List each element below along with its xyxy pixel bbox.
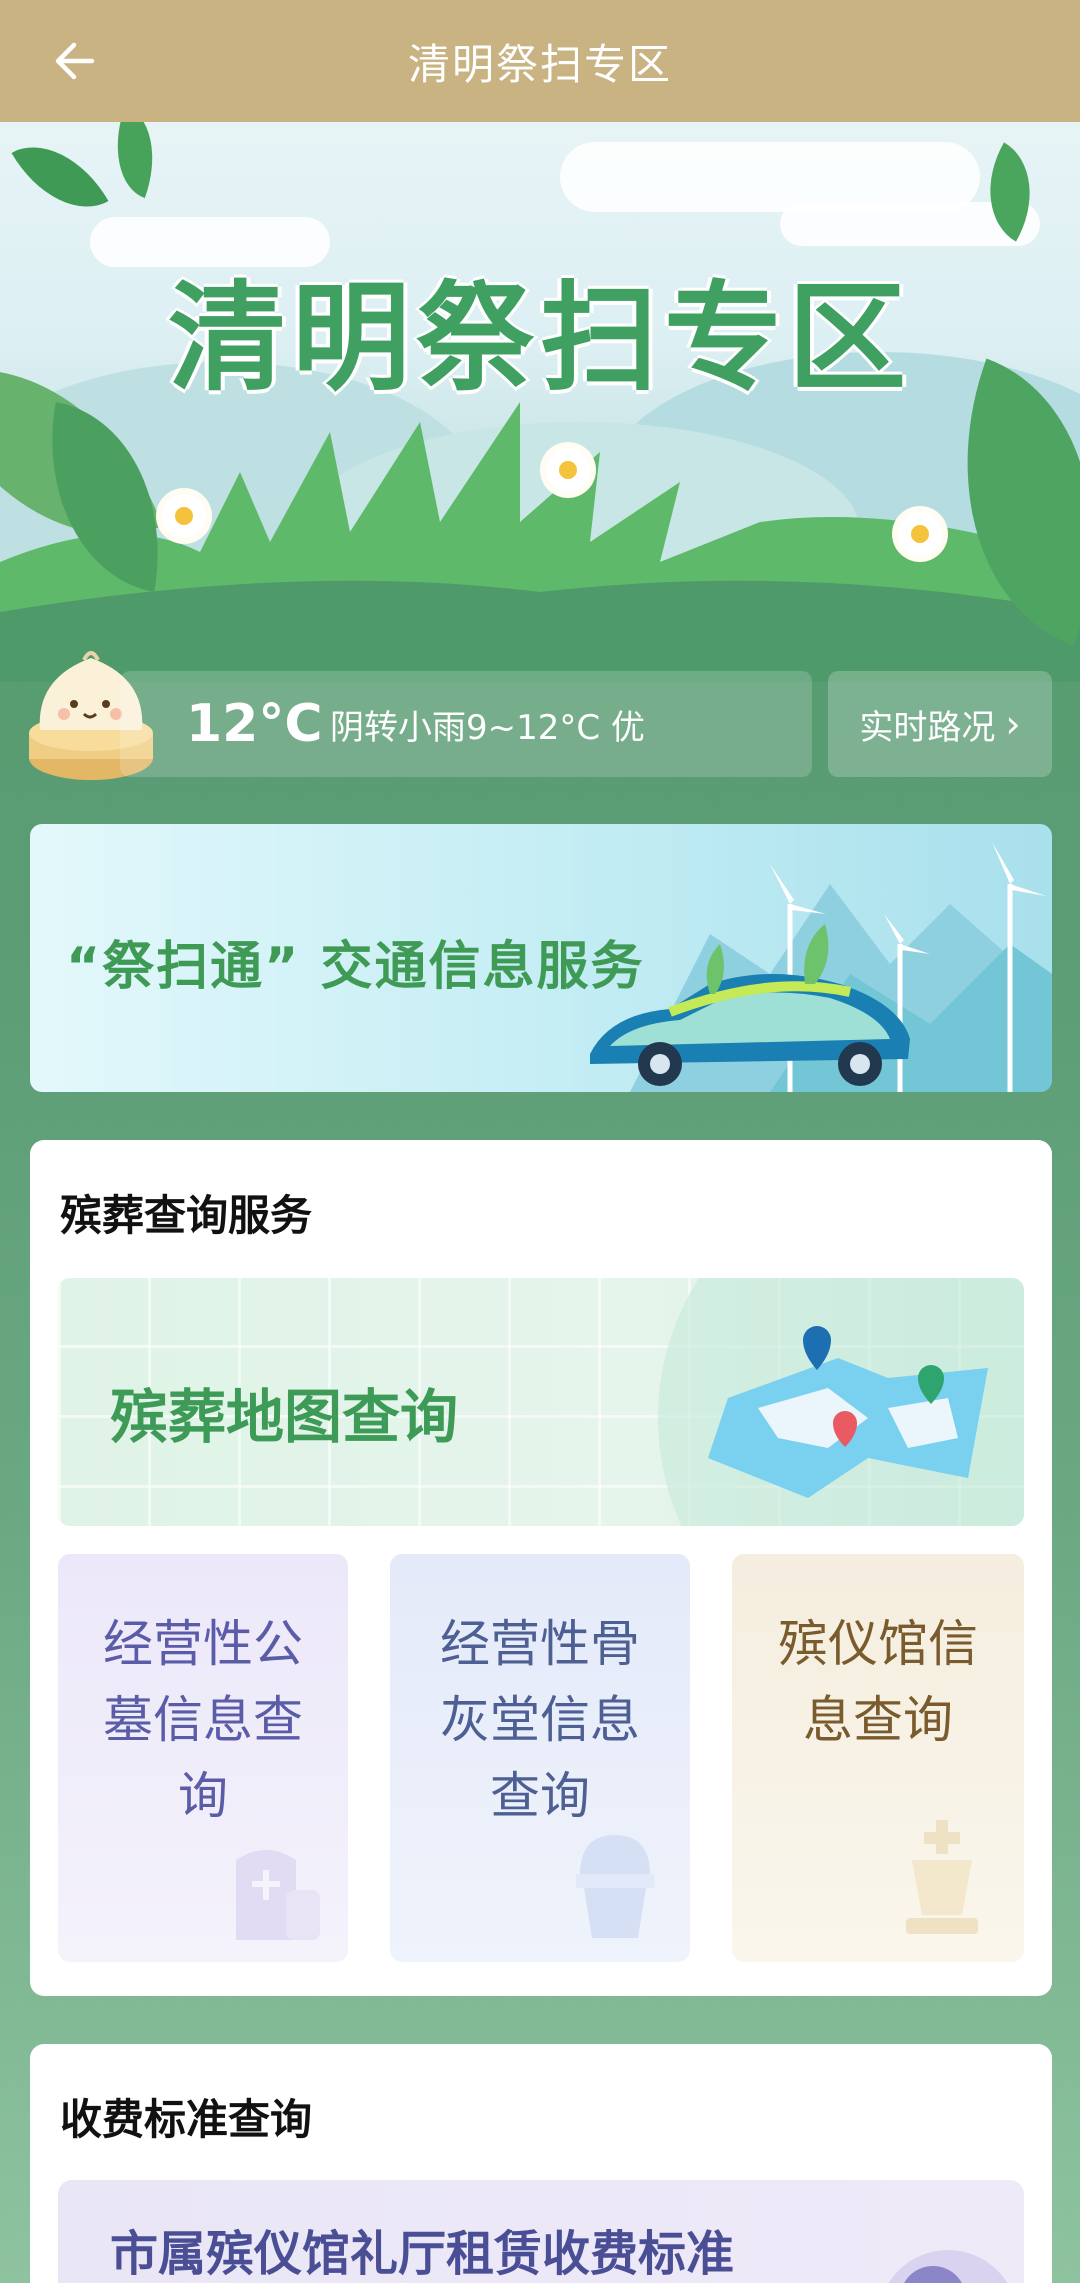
- hero-title: 清明祭扫专区: [167, 269, 912, 407]
- tile-label: 经营性骨灰堂信息查询: [440, 1615, 640, 1825]
- flower-decoration: [546, 448, 590, 492]
- section-title: 殡葬查询服务: [60, 1191, 313, 1240]
- cemetery-info-tile[interactable]: 经营性公墓信息查询: [58, 1554, 348, 1962]
- weather-description: 阴转小雨9~12°C 优: [330, 707, 645, 748]
- top-bar: 清明祭扫专区: [0, 0, 1080, 122]
- yuan-badge: ¥: [900, 2266, 966, 2283]
- yuan-icon: ¥: [878, 2250, 1018, 2283]
- arrow-left-icon: [55, 42, 95, 80]
- hero-banner: 清明祭扫专区: [0, 122, 1080, 682]
- chevron-right-icon: ›: [1005, 702, 1021, 746]
- flower-decoration: [898, 512, 942, 556]
- funeral-map-query-button[interactable]: 殡葬地图查询: [58, 1278, 1024, 1526]
- fee-item-hall-rental[interactable]: 市属殡仪馆礼厅租赁收费标准 ¥: [58, 2180, 1024, 2283]
- back-button[interactable]: [44, 36, 104, 86]
- temperature-value: 12°C: [186, 694, 323, 754]
- flower-decoration: [162, 494, 206, 538]
- columbarium-info-tile[interactable]: 经营性骨灰堂信息查询: [390, 1554, 690, 1962]
- page-title: 清明祭扫专区: [407, 39, 672, 89]
- funeral-home-info-tile[interactable]: 殡仪馆信息查询: [732, 1554, 1024, 1962]
- section-title: 收费标准查询: [60, 2095, 313, 2144]
- tile-label: 经营性公墓信息查询: [103, 1615, 303, 1825]
- traffic-label: 实时路况: [859, 707, 996, 748]
- fee-standards-card: 收费标准查询 市属殡仪馆礼厅租赁收费标准 ¥: [30, 2044, 1052, 2283]
- cross-icon: [906, 1820, 978, 1934]
- fee-item-label: 市属殡仪馆礼厅租赁收费标准: [110, 2226, 735, 2282]
- traffic-info-banner[interactable]: “祭扫通” 交通信息服务: [30, 824, 1052, 1092]
- weather-panel: 12°C 阴转小雨9~12°C 优: [120, 671, 812, 777]
- banner-text: “祭扫通” 交通信息服务: [66, 937, 645, 997]
- urn-icon: [576, 1835, 654, 1938]
- tombstone-icon: [236, 1850, 320, 1940]
- realtime-traffic-button[interactable]: 实时路况 ›: [828, 671, 1052, 777]
- funeral-services-card: 殡葬查询服务 殡葬地图查询 经营性公墓信息查询 经营性骨灰堂信息查询 殡仪馆信息…: [30, 1140, 1052, 1996]
- funeral-map-query-label: 殡葬地图查询: [110, 1383, 459, 1451]
- tile-label: 殡仪馆信息查询: [778, 1615, 978, 1749]
